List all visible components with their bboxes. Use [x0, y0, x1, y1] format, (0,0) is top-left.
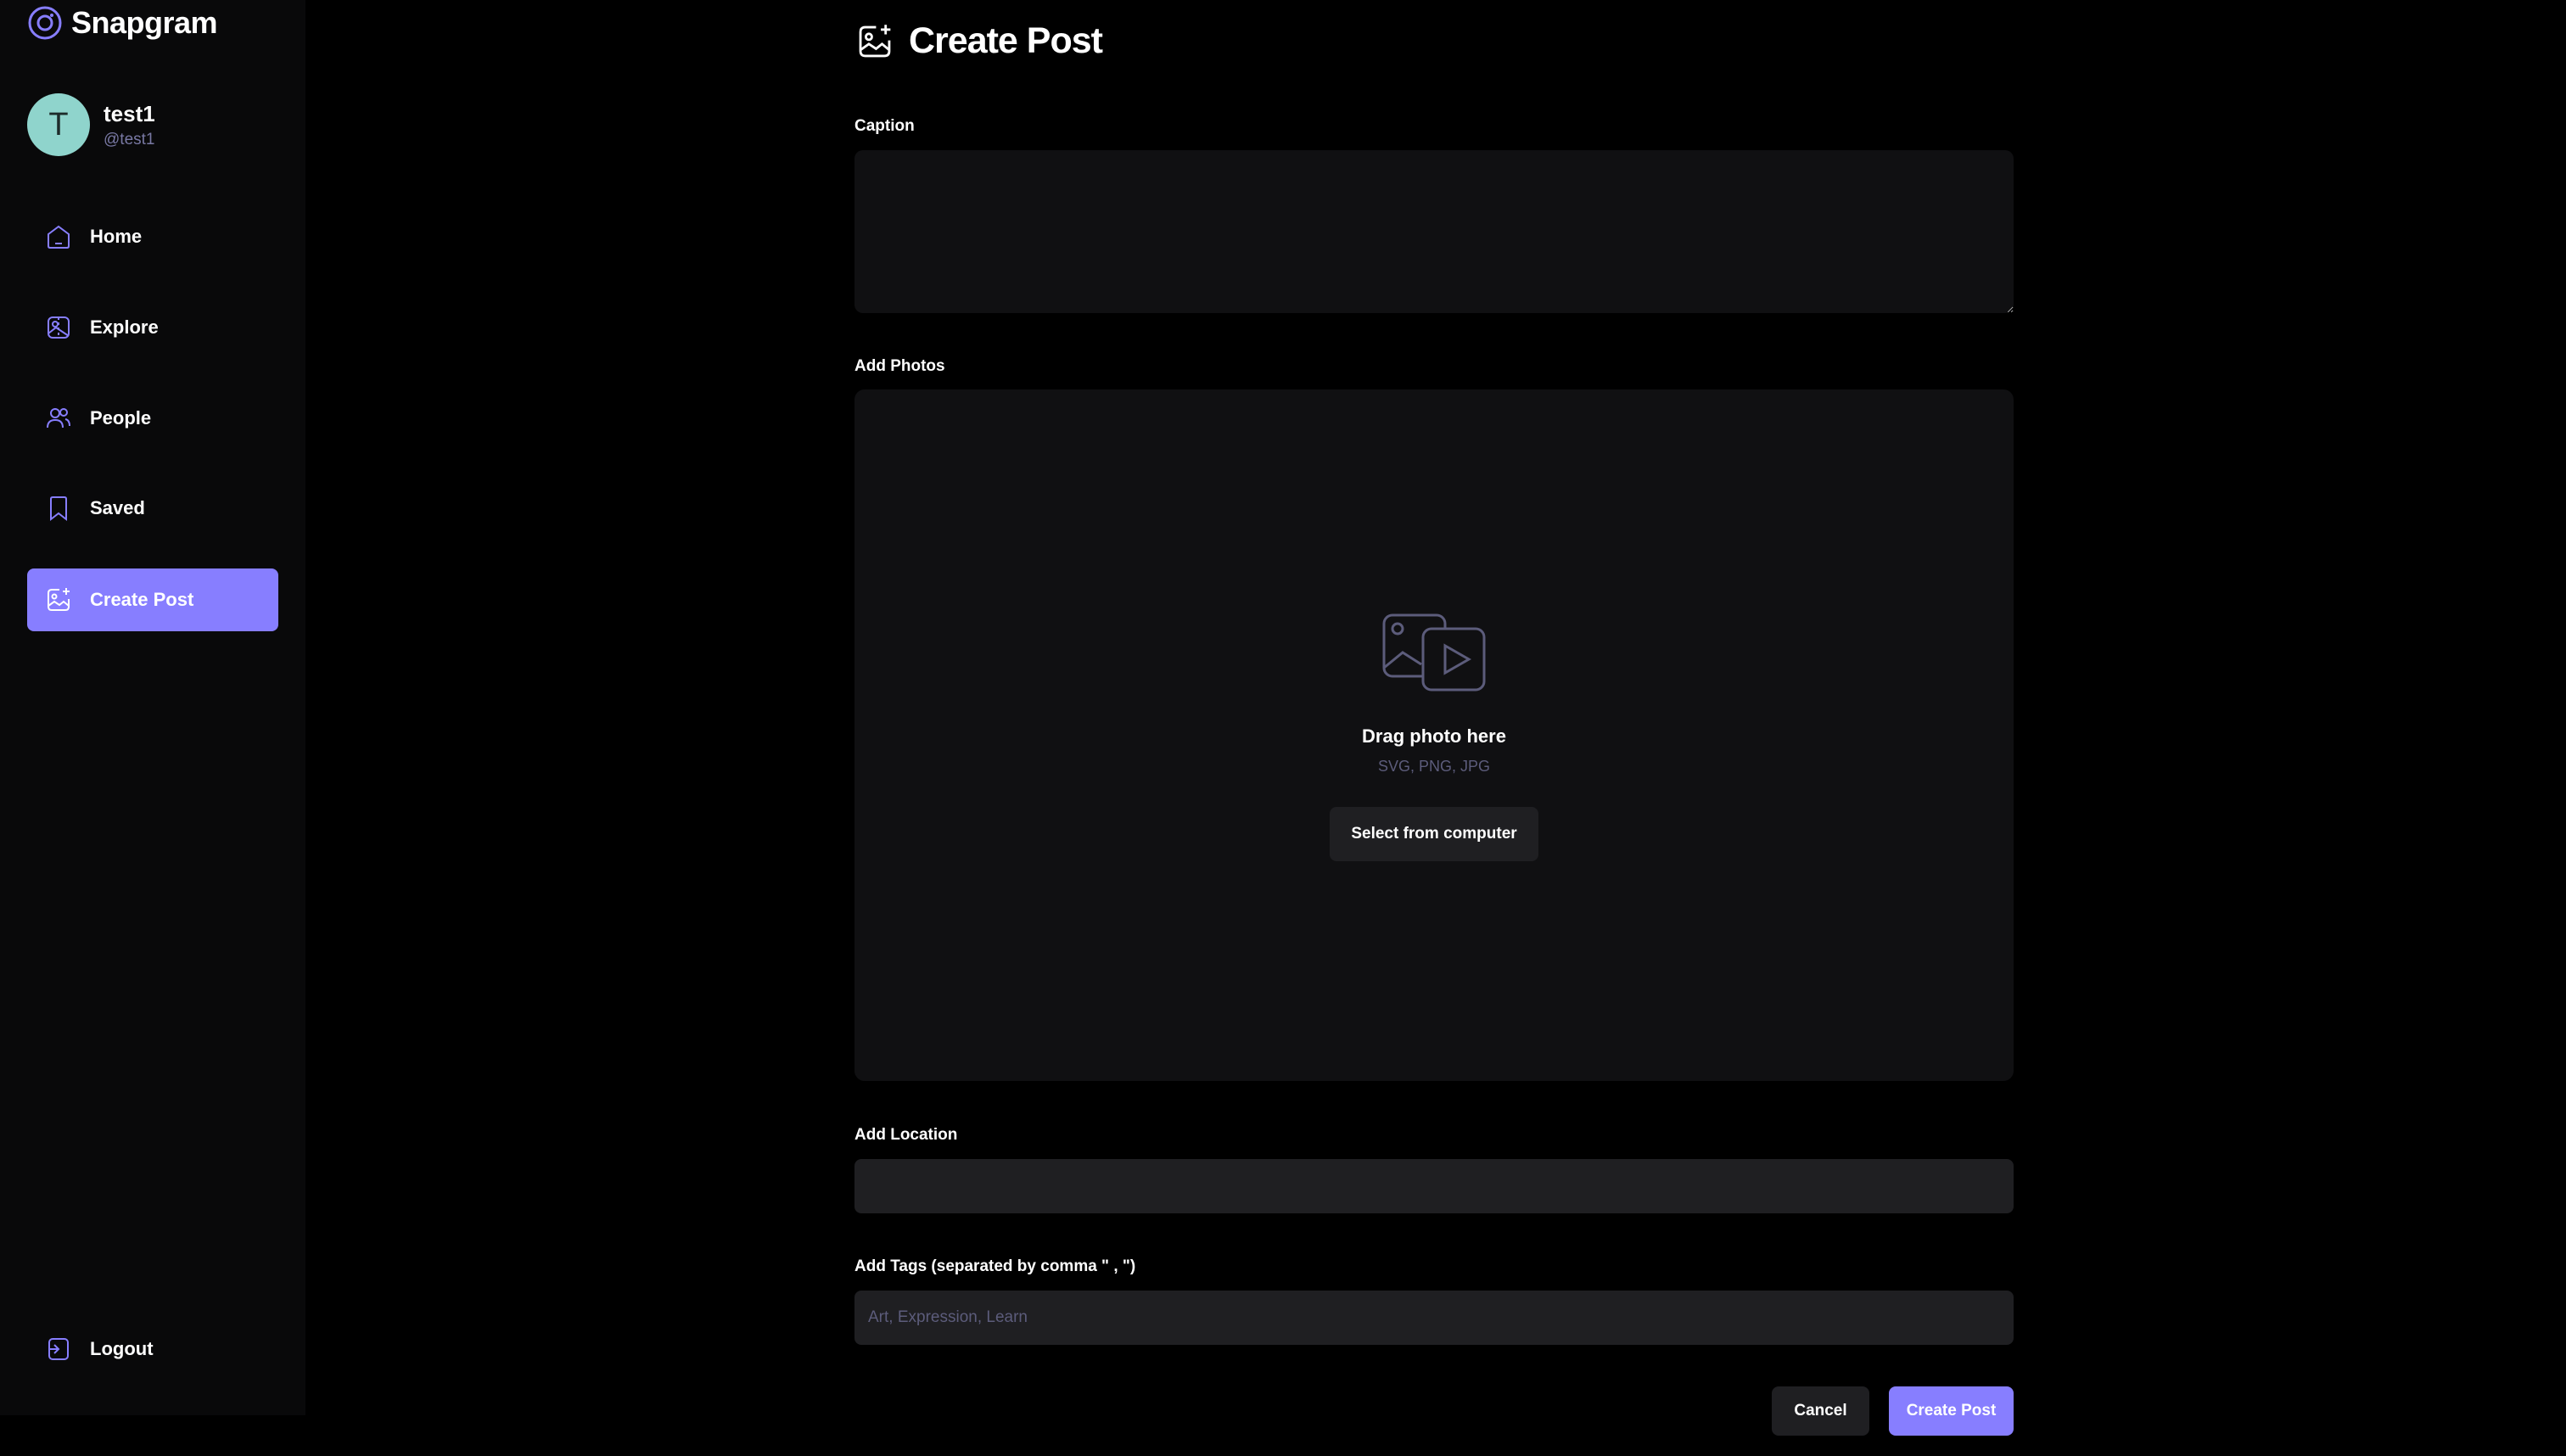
- select-from-computer-button[interactable]: Select from computer: [1330, 807, 1538, 861]
- explore-icon: [48, 316, 70, 339]
- profile-name: test1: [104, 100, 155, 126]
- sidebar-item-create-post[interactable]: Create Post: [27, 568, 278, 631]
- sidebar-item-label: People: [90, 407, 152, 428]
- caption-textarea[interactable]: [854, 150, 2014, 313]
- snapgram-logo-icon: [28, 6, 62, 40]
- tags-input[interactable]: [854, 1291, 2014, 1345]
- sidebar-item-label: Create Post: [90, 589, 194, 610]
- avatar: T: [27, 93, 90, 156]
- people-icon: [47, 408, 70, 428]
- location-input[interactable]: [854, 1159, 2014, 1213]
- sidebar-item-home[interactable]: Home: [27, 205, 278, 268]
- user-profile[interactable]: T test1 @test1: [27, 93, 155, 156]
- cancel-button[interactable]: Cancel: [1772, 1386, 1869, 1436]
- sidebar-item-people[interactable]: People: [27, 387, 278, 450]
- sidebar-item-label: Explore: [90, 316, 159, 338]
- logout-icon: [48, 1338, 69, 1360]
- file-upload-icon: [1382, 613, 1486, 692]
- sidebar-item-saved[interactable]: Saved: [27, 477, 278, 540]
- sidebar-item-label: Home: [90, 226, 143, 247]
- sidebar-item-label: Saved: [90, 497, 145, 518]
- home-icon: [48, 225, 70, 249]
- profile-handle: @test1: [104, 130, 155, 148]
- add-tags-label: Add Tags (separated by comma " , "): [854, 1257, 1136, 1275]
- add-photos-label: Add Photos: [854, 357, 945, 375]
- left-sidebar: Snapgram T test1 @test1 Home Explore Peo…: [0, 0, 305, 1415]
- app-logo[interactable]: Snapgram: [27, 5, 218, 41]
- caption-label: Caption: [854, 117, 915, 135]
- page-header: Create Post: [854, 20, 1103, 62]
- logout-button[interactable]: Logout: [27, 1318, 278, 1380]
- sidebar-item-explore[interactable]: Explore: [27, 296, 278, 359]
- gallery-add-icon: [48, 588, 70, 611]
- logout-label: Logout: [90, 1338, 154, 1359]
- add-location-label: Add Location: [854, 1126, 958, 1144]
- page-title: Create Post: [909, 20, 1103, 61]
- bookmark-icon: [50, 496, 67, 522]
- dropzone-title: Drag photo here: [1362, 725, 1506, 747]
- create-post-button[interactable]: Create Post: [1889, 1386, 2014, 1436]
- photo-dropzone[interactable]: Drag photo here SVG, PNG, JPG Select fro…: [854, 389, 2014, 1081]
- app-name: Snapgram: [71, 5, 218, 40]
- dropzone-formats: SVG, PNG, JPG: [1377, 758, 1491, 775]
- gallery-add-icon: [859, 24, 891, 57]
